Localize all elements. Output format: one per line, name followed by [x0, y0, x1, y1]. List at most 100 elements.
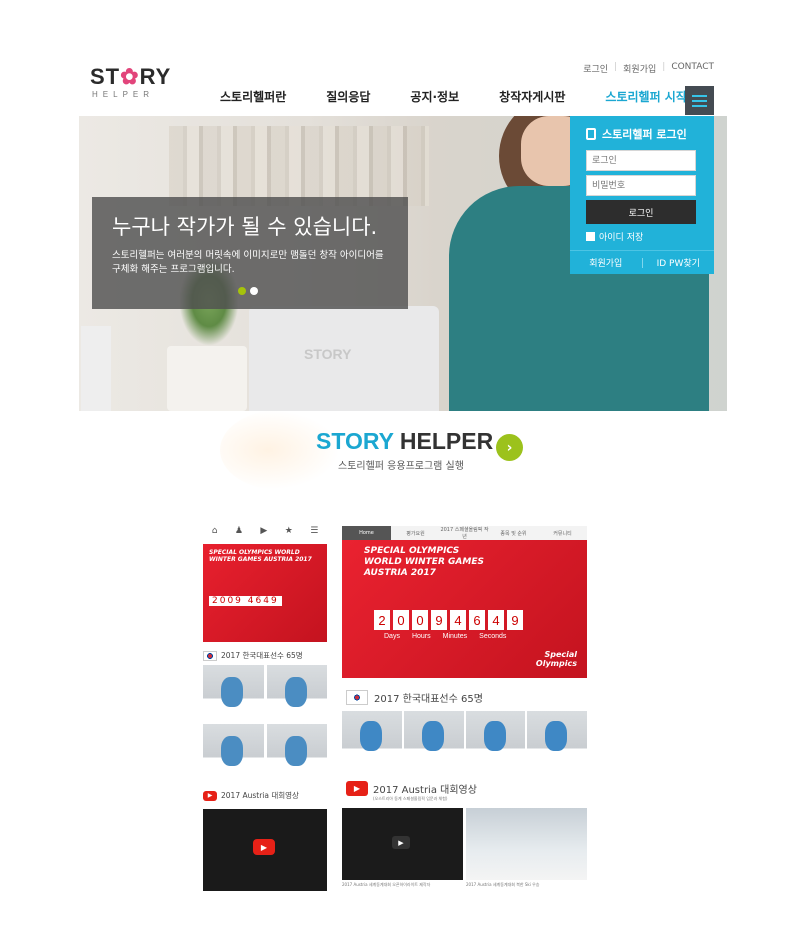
- banner-line2: WORLD WINTER GAMES: [364, 557, 484, 567]
- mobile-video-thumb: ▶: [203, 809, 327, 891]
- athlete-photo: [203, 724, 264, 780]
- desk-video-list: ▶: [342, 808, 587, 880]
- athlete-photo: [342, 711, 402, 769]
- mobile-preview: ⌂ ♟ ▶ ★ ☰ SPECIAL OLYMPICS WORLD WINTER …: [203, 522, 327, 892]
- mobile-banner-title: SPECIAL OLYMPICS WORLD WINTER GAMES AUST…: [209, 549, 312, 563]
- checkbox-icon[interactable]: [586, 232, 595, 241]
- label-days: Days: [384, 633, 400, 640]
- special-olympics-logo: Special Olympics: [536, 650, 577, 668]
- slide-indicators: [238, 287, 258, 295]
- desk-nav-home: Home: [342, 526, 391, 540]
- home-icon: ⌂: [211, 526, 218, 536]
- desk-nav-item: 2017 스페셜올림픽 작년: [440, 527, 489, 540]
- desk-nav-item: 평가요원: [406, 530, 425, 537]
- star-icon: ★: [284, 526, 293, 536]
- countdown: 2 0 0 9 4 6 4 9: [374, 610, 523, 630]
- mobile-video-heading: ▶ 2017 Austria 대회영상: [203, 790, 327, 801]
- play-icon: ▶: [392, 836, 410, 849]
- login-password-input[interactable]: [586, 175, 696, 196]
- nav-item-board[interactable]: 창작자게시판: [499, 88, 565, 105]
- video-thumb: ▶: [342, 808, 463, 880]
- mobile-icon-bar: ⌂ ♟ ▶ ★ ☰: [203, 522, 327, 542]
- divider: |: [662, 62, 666, 72]
- desktop-nav: Home 평가요원 2017 스페셜올림픽 작년 종목 및 순위 커뮤니티: [342, 526, 587, 540]
- banner-line1: SPECIAL OLYMPICS: [364, 546, 460, 556]
- login-footer: 회원가입 ID PW찾기: [570, 250, 714, 274]
- desk-team-title: 2017 한국대표선수 65명: [374, 694, 483, 705]
- login-id-input[interactable]: [586, 150, 696, 171]
- desk-banner-title: SPECIAL OLYMPICS WORLD WINTER GAMES AUST…: [364, 546, 565, 579]
- logo-star-icon: ✿: [120, 64, 140, 89]
- hero-headline: 누구나 작가가 될 수 있습니다.: [112, 215, 378, 239]
- slide-dot-2[interactable]: [250, 287, 258, 295]
- laptop-logo: STORY: [304, 346, 352, 362]
- hero-body-line2: 구체화 해주는 프로그램입니다.: [112, 264, 235, 275]
- logo-wordmark: ST✿RY: [90, 66, 176, 88]
- list-icon: ☰: [310, 526, 319, 536]
- laptop-image: STORY: [249, 306, 439, 411]
- find-id-pw-link[interactable]: ID PW찾기: [643, 256, 715, 269]
- menu-icon[interactable]: [685, 86, 714, 115]
- desk-video-title: 2017 Austria 대회영상: [373, 785, 477, 796]
- pen-holder-image: [81, 326, 111, 411]
- cta-title-dark: HELPER: [393, 428, 494, 454]
- login-link[interactable]: 로그인: [583, 62, 608, 75]
- nav-item-notice[interactable]: 공지·정보: [410, 88, 459, 105]
- digit: 2: [374, 610, 390, 630]
- youtube-icon: ▶: [203, 790, 217, 801]
- digit: 9: [507, 610, 523, 630]
- desk-athlete-grid: [342, 711, 587, 769]
- cta-title-blue: STORY: [316, 428, 394, 454]
- slide-dot-1[interactable]: [238, 287, 246, 295]
- digit: 0: [393, 610, 409, 630]
- join-link[interactable]: 회원가입: [570, 256, 642, 269]
- video-icon: ▶: [260, 526, 268, 536]
- video-caption: 2017 Austria 세계동계대회 북한 Ski 우승: [466, 882, 540, 887]
- logo-text-left: ST: [90, 64, 121, 89]
- digit: 6: [469, 610, 485, 630]
- banner-line3: AUSTRIA 2017: [364, 568, 436, 578]
- person-icon: ♟: [234, 526, 243, 536]
- save-id-checkbox[interactable]: 아이디 저장: [586, 230, 643, 243]
- login-panel: 스토리헬퍼 로그인 로그인 아이디 저장 회원가입 ID PW찾기: [570, 116, 714, 274]
- main-nav: 스토리헬퍼란 질의응답 공지·정보 창작자게시판 스토리헬퍼 시작: [220, 88, 687, 105]
- nav-item-about[interactable]: 스토리헬퍼란: [220, 88, 286, 105]
- mobile-team-heading: 2017 한국대표선수 65명: [203, 650, 327, 661]
- youtube-icon: ▶: [346, 781, 368, 796]
- desk-video-subtitle: (오스트리아 동계 스페셜올림픽 입문과 체험): [373, 796, 448, 801]
- digit: 4: [450, 610, 466, 630]
- label-minutes: Minutes: [442, 633, 468, 640]
- digit: 9: [431, 610, 447, 630]
- mobile-athlete-grid: [203, 665, 327, 780]
- logo-text-right: RY: [139, 64, 172, 89]
- desktop-preview: Home 평가요원 2017 스페셜올림픽 작년 종목 및 순위 커뮤니티 SP…: [342, 526, 587, 888]
- so-line2: Olympics: [535, 659, 577, 668]
- login-submit-button[interactable]: 로그인: [586, 200, 696, 224]
- desk-video-heading: ▶ 2017 Austria 대회영상: [342, 781, 587, 796]
- nav-item-qna[interactable]: 질의응답: [326, 88, 370, 105]
- lock-icon: [586, 128, 596, 140]
- athlete-photo: [266, 724, 327, 780]
- contact-link[interactable]: CONTACT: [671, 62, 714, 75]
- site-logo[interactable]: ST✿RY HELPER: [90, 66, 176, 100]
- utility-links: 로그인 | 회원가입 | CONTACT: [583, 62, 714, 75]
- digit: 4: [488, 610, 504, 630]
- desk-team-heading: 2017 한국대표선수 65명: [342, 690, 587, 705]
- video-caption: 2017 Austria 세계동계대회 오픈하이라이트 제작자: [342, 882, 431, 887]
- desk-nav-item: 종목 및 순위: [500, 530, 527, 537]
- signup-link[interactable]: 회원가입: [623, 62, 656, 75]
- story-helper-cta[interactable]: STORY HELPER 스토리헬퍼 응용프로그램 실행 ›: [316, 428, 536, 472]
- athlete-photo: [203, 665, 264, 721]
- desk-nav-item: 커뮤니티: [553, 530, 572, 537]
- arrow-right-icon[interactable]: ›: [496, 434, 523, 461]
- desk-video-captions: 2017 Austria 세계동계대회 오픈하이라이트 제작자 2017 Aus…: [342, 882, 587, 888]
- logo-subtext: HELPER: [92, 90, 155, 99]
- divider: |: [614, 62, 618, 72]
- desktop-banner: SPECIAL OLYMPICS WORLD WINTER GAMES AUST…: [342, 540, 587, 678]
- save-id-label: 아이디 저장: [599, 233, 644, 243]
- nav-item-start[interactable]: 스토리헬퍼 시작: [605, 88, 686, 105]
- hero-body: 스토리헬퍼는 여러분의 머릿속에 이미지로만 맴돌던 창작 아이디어를 구체화 …: [112, 249, 392, 277]
- athlete-photo: [527, 711, 587, 769]
- mobile-banner: SPECIAL OLYMPICS WORLD WINTER GAMES AUST…: [203, 544, 327, 642]
- korea-flag-icon: [346, 690, 368, 705]
